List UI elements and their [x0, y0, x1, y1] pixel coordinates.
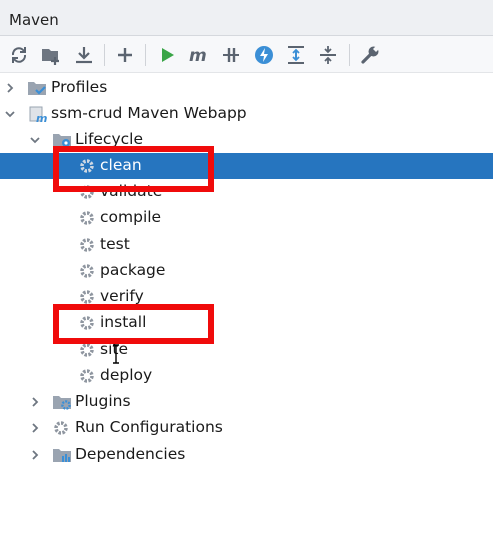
run-icon[interactable]	[156, 44, 178, 66]
goal-label: compile	[100, 208, 162, 226]
gear-icon	[80, 211, 94, 225]
lifecycle-folder-icon	[53, 134, 71, 147]
toolbar-separator	[349, 44, 350, 66]
tree-node-project[interactable]: m ssm-crud Maven Webapp	[0, 101, 493, 127]
plugins-folder-icon	[53, 396, 71, 410]
tree-node-label: Run Configurations	[75, 418, 223, 436]
collapse-all-icon[interactable]	[317, 44, 339, 66]
tool-window-header: Maven	[0, 0, 493, 36]
text-cursor-icon	[113, 344, 119, 364]
gear-icon	[80, 290, 94, 304]
tree-node-plugins[interactable]: Plugins	[0, 389, 493, 415]
goal-label: validate	[100, 182, 163, 200]
maven-project-icon: m	[29, 106, 47, 123]
tool-window-title: Maven	[9, 11, 59, 29]
tree-node-lifecycle[interactable]: Lifecycle	[0, 127, 493, 153]
lifecycle-goal-package[interactable]: package	[0, 258, 493, 284]
toggle-offline-icon[interactable]	[220, 44, 242, 66]
chevron-down-icon[interactable]	[4, 108, 16, 120]
run-configurations-icon	[54, 421, 68, 435]
goal-label: clean	[100, 156, 142, 174]
lifecycle-goal-install[interactable]: install	[0, 310, 493, 336]
dependencies-folder-icon	[53, 449, 71, 462]
gear-icon	[80, 369, 94, 383]
lifecycle-goal-validate[interactable]: validate	[0, 179, 493, 205]
tree-node-run-configurations[interactable]: Run Configurations	[0, 415, 493, 441]
wrench-icon[interactable]	[359, 44, 381, 66]
svg-text:m: m	[36, 112, 47, 123]
lifecycle-goal-test[interactable]: test	[0, 232, 493, 258]
tree-node-dependencies[interactable]: Dependencies	[0, 442, 493, 468]
chevron-down-icon[interactable]	[29, 134, 41, 146]
chevron-right-icon[interactable]	[29, 422, 41, 434]
gear-icon	[80, 264, 94, 278]
toolbar-separator	[145, 44, 146, 66]
maven-toolbar: m	[0, 36, 493, 73]
tree-node-profiles[interactable]: Profiles	[0, 75, 493, 101]
gear-icon	[80, 343, 94, 357]
tree-node-label: Dependencies	[75, 445, 186, 463]
tree-node-label: ssm-crud Maven Webapp	[51, 104, 247, 122]
goal-label: install	[100, 313, 147, 331]
lifecycle-goal-clean[interactable]: clean	[0, 153, 493, 179]
chevron-right-icon[interactable]	[29, 449, 41, 461]
folder-add-icon[interactable]	[40, 44, 62, 66]
reload-icon[interactable]	[8, 44, 30, 66]
tree-node-label: Plugins	[75, 392, 131, 410]
tree-node-label: Profiles	[51, 78, 108, 96]
goal-label: verify	[100, 287, 144, 305]
tree-node-label: Lifecycle	[75, 130, 143, 148]
lightning-icon[interactable]	[253, 44, 275, 66]
goal-label: deploy	[100, 366, 153, 384]
chevron-right-icon[interactable]	[4, 82, 16, 94]
download-icon[interactable]	[73, 44, 95, 66]
lifecycle-goal-verify[interactable]: verify	[0, 284, 493, 310]
lifecycle-goal-compile[interactable]: compile	[0, 205, 493, 231]
lifecycle-goal-deploy[interactable]: deploy	[0, 363, 493, 389]
gear-icon	[80, 238, 94, 252]
expand-all-icon[interactable]	[285, 44, 307, 66]
chevron-right-icon[interactable]	[29, 396, 41, 408]
toolbar-separator	[104, 44, 105, 66]
execute-goal-icon[interactable]: m	[188, 44, 210, 66]
gear-icon	[80, 159, 94, 173]
plus-icon[interactable]	[114, 44, 136, 66]
gear-icon	[80, 316, 94, 330]
profiles-folder-icon	[28, 82, 46, 95]
goal-label: package	[100, 261, 166, 279]
gear-icon	[80, 185, 94, 199]
goal-label: test	[100, 235, 130, 253]
lifecycle-goal-site[interactable]: site	[0, 337, 493, 363]
svg-text:m: m	[189, 46, 207, 66]
